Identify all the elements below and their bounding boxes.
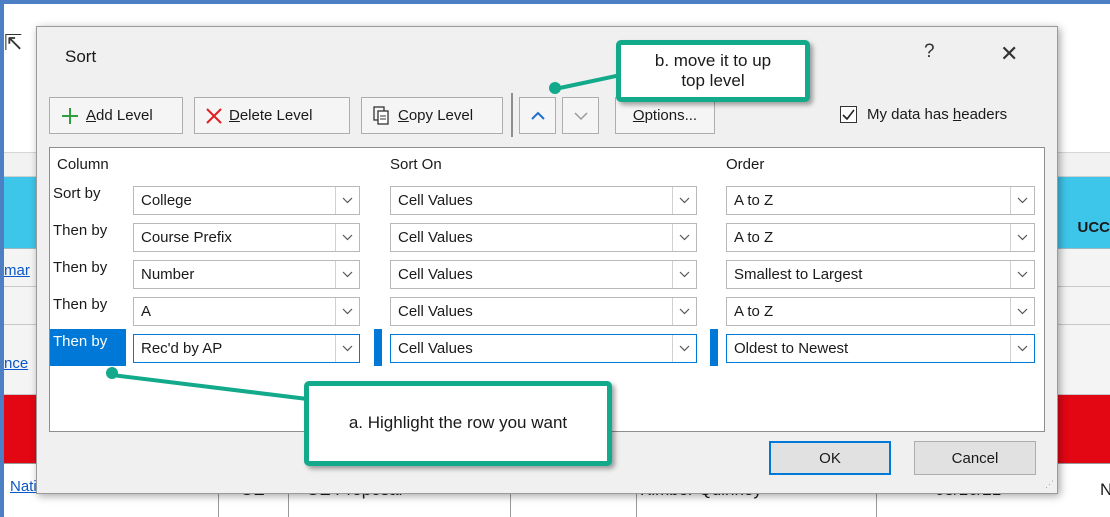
column-select[interactable]: Rec'd by AP [133,334,360,363]
order-select[interactable]: Smallest to Largest [726,260,1035,289]
chevron-down-icon [335,224,359,251]
sort-on-header: Sort On [390,156,442,173]
chevron-up-icon [530,111,545,120]
level-label: Sort by [53,185,101,202]
chevron-down-icon [672,335,696,362]
sort-on-select[interactable]: Cell Values [390,260,697,289]
order-header: Order [726,156,765,173]
sort-on-select[interactable]: Cell Values [390,186,697,215]
delete-level-button[interactable]: Delete Level [194,97,350,134]
chevron-down-icon [1010,187,1034,214]
sort-on-select[interactable]: Cell Values [390,297,697,326]
resize-grip-icon[interactable]: ⋰ [1045,479,1054,490]
close-icon[interactable]: ✕ [1000,41,1018,67]
cursor-pointer-icon: ⇱ [4,30,23,55]
chevron-down-icon [335,261,359,288]
selection-marker [710,329,718,366]
callout-a-dot [106,367,118,379]
copy-level-button[interactable]: Copy Level [361,97,503,134]
dialog-title: Sort [65,47,97,66]
toolbar-separator [511,93,513,137]
level-label: Then by [53,222,108,239]
chevron-down-icon [1010,298,1034,325]
help-icon[interactable]: ? [924,41,935,63]
chevron-down-icon [573,111,588,120]
plus-icon [62,107,78,124]
copy-icon [373,105,389,125]
delete-level-label: Delete Level [229,107,313,124]
sort-level-row[interactable]: Sort by College Cell Values A to Z [50,181,1044,218]
sort-level-row[interactable]: Then by Number Cell Values Smallest to L… [50,255,1044,292]
options-label: Options... [632,107,698,124]
move-down-button[interactable] [562,97,599,134]
callout-b: b. move it to up top level [616,40,810,102]
top-strip [4,4,1110,18]
sort-level-row[interactable]: Then by Course Prefix Cell Values A to Z [50,218,1044,255]
cell-extra: N [1100,480,1110,499]
callout-b-line1: b. move it to up [654,51,772,70]
row-link[interactable]: nce [4,355,28,372]
chevron-down-icon [1010,261,1034,288]
sort-level-row-selected[interactable]: Then by Rec'd by AP Cell Values Oldest t… [50,329,1044,366]
column-select[interactable]: A [133,297,360,326]
chevron-down-icon [672,187,696,214]
header-cell-ucc: UCC [1077,219,1110,236]
chevron-down-icon [1010,224,1034,251]
add-level-label: Add Level [86,107,153,124]
callout-b-dot [549,82,561,94]
cancel-button[interactable]: Cancel [914,441,1036,475]
level-label: Then by [53,296,108,313]
chevron-down-icon [335,187,359,214]
column-select[interactable]: College [133,186,360,215]
sort-on-select[interactable]: Cell Values [390,334,697,363]
checkmark-icon [842,109,855,120]
callout-a: a. Highlight the row you want [304,381,612,466]
add-level-button[interactable]: Add Level [49,97,183,134]
selection-marker [374,329,382,366]
headers-checkbox[interactable] [840,106,857,123]
chevron-down-icon [1010,335,1034,362]
copy-level-label: Copy Level [398,107,474,124]
chevron-down-icon [672,298,696,325]
order-select[interactable]: A to Z [726,297,1035,326]
chevron-down-icon [672,224,696,251]
move-up-button[interactable] [519,97,556,134]
level-label: Then by [53,259,108,276]
chevron-down-icon [672,261,696,288]
delete-x-icon [206,107,222,124]
sort-on-select[interactable]: Cell Values [390,223,697,252]
chevron-down-icon [335,298,359,325]
callout-b-line2: top level [681,71,745,90]
row-link[interactable]: mar [4,262,30,279]
sort-level-row[interactable]: Then by A Cell Values A to Z [50,292,1044,329]
order-select[interactable]: Oldest to Newest [726,334,1035,363]
ok-button[interactable]: OK [769,441,891,475]
column-select[interactable]: Course Prefix [133,223,360,252]
headers-checkbox-row[interactable]: My data has headers [840,106,1007,123]
order-select[interactable]: A to Z [726,186,1035,215]
level-label: Then by [53,333,108,350]
order-select[interactable]: A to Z [726,223,1035,252]
headers-checkbox-label: My data has headers [867,106,1008,123]
column-select[interactable]: Number [133,260,360,289]
options-button[interactable]: Options... [615,97,715,134]
column-header: Column [57,156,109,173]
chevron-down-icon [335,335,359,362]
